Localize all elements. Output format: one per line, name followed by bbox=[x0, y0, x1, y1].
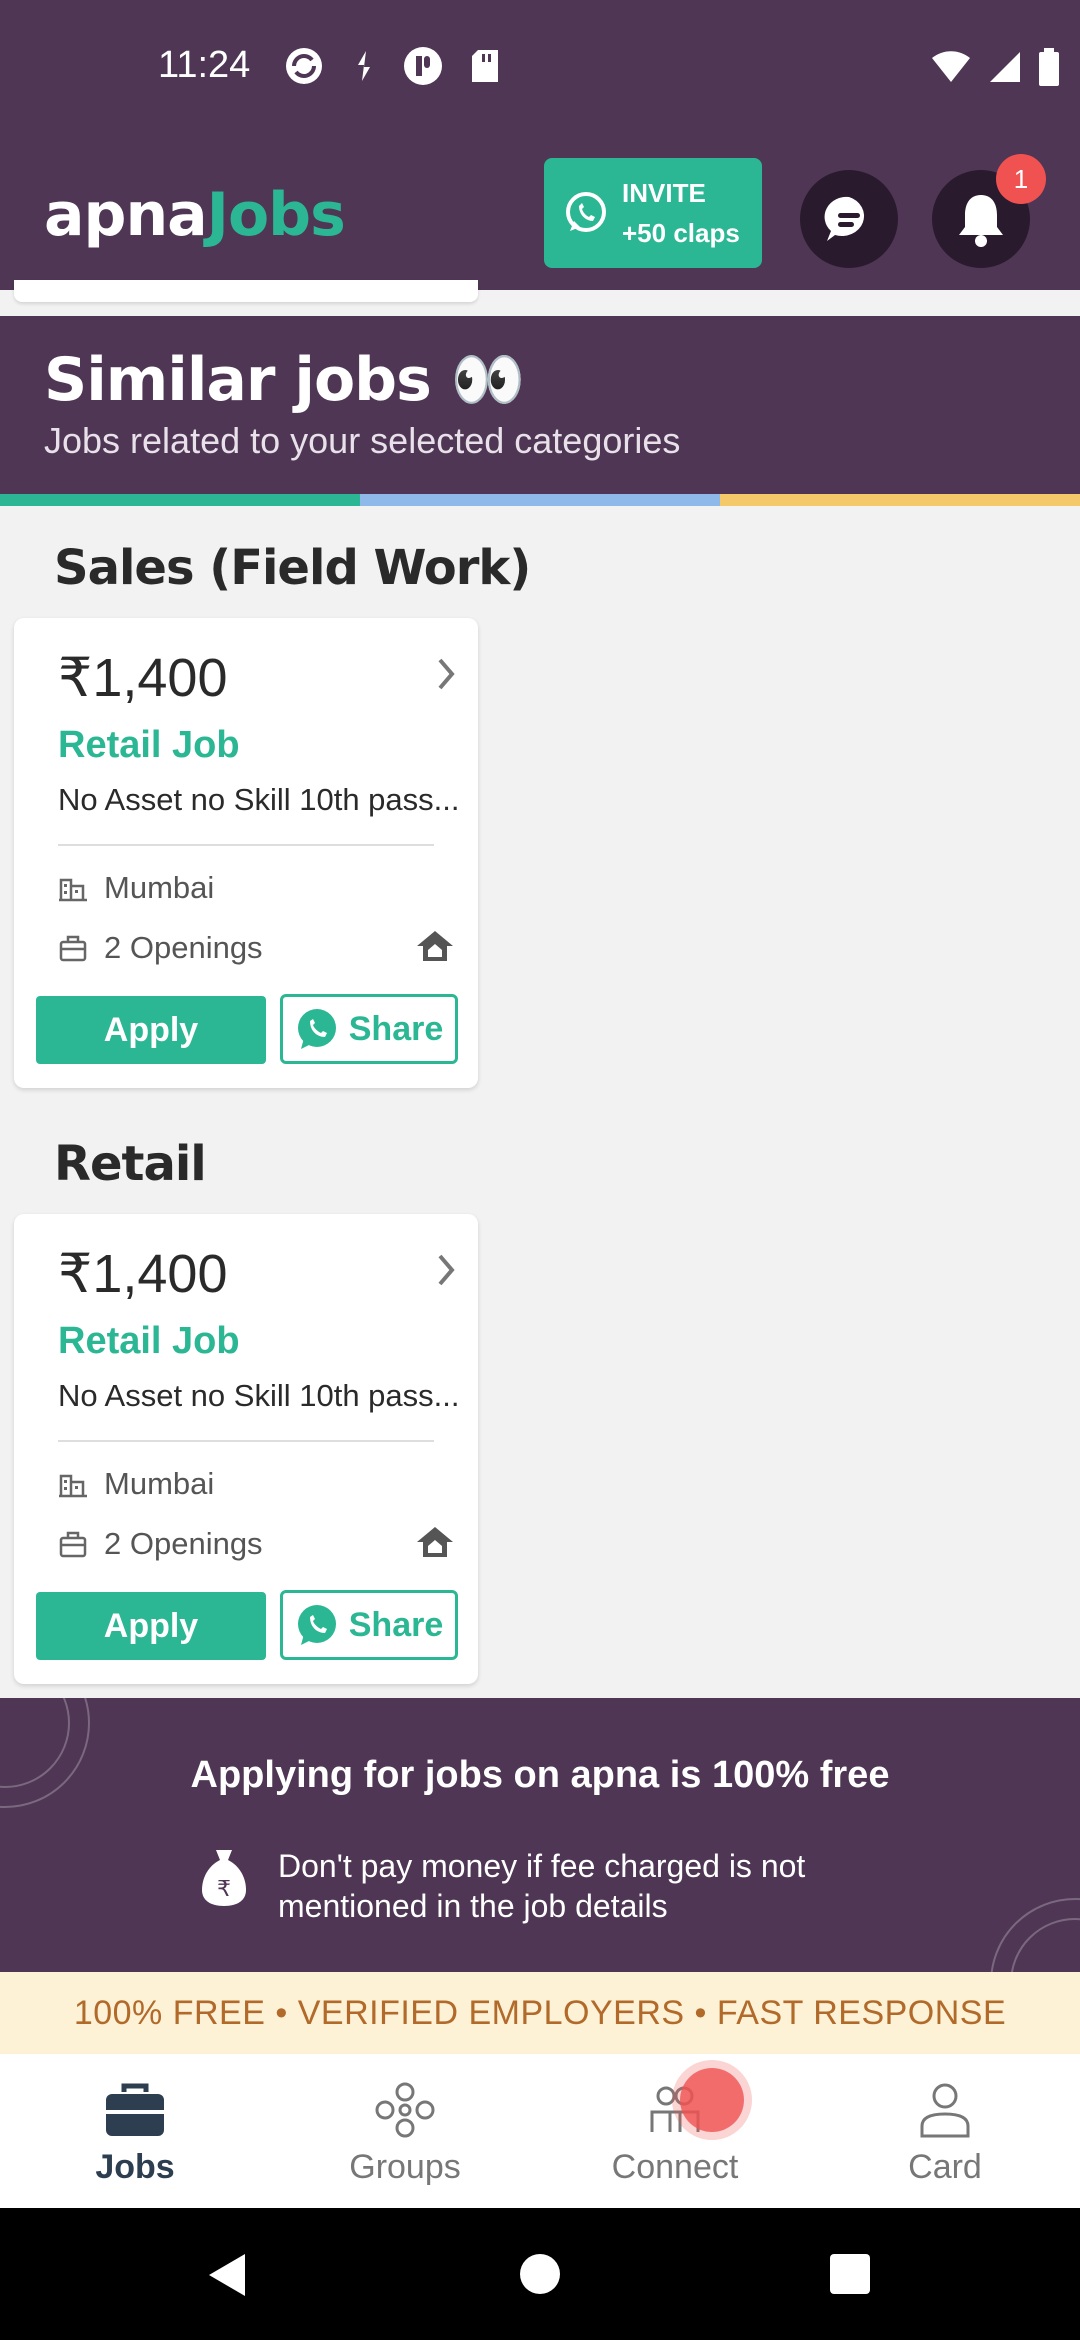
nav-label: Card bbox=[908, 2148, 982, 2186]
job-card[interactable]: ₹1,400 Retail Job No Asset no Skill 10th… bbox=[14, 1214, 478, 1684]
chat-button[interactable] bbox=[800, 170, 898, 268]
banner-subtitle: Jobs related to your selected categories bbox=[44, 420, 681, 461]
data-arrows-icon bbox=[358, 51, 370, 81]
nav-label: Jobs bbox=[95, 2148, 175, 2186]
chevron-right-icon[interactable] bbox=[434, 1252, 458, 1288]
chat-icon bbox=[824, 196, 865, 241]
share-label: Share bbox=[348, 1605, 444, 1644]
briefcase-outline-icon bbox=[59, 1531, 87, 1558]
bell-icon bbox=[959, 195, 1003, 247]
stripe-yellow bbox=[720, 494, 1080, 506]
job-card[interactable]: ₹1,400 Retail Job No Asset no Skill 10th… bbox=[14, 618, 478, 1088]
nav-label: Connect bbox=[611, 2148, 739, 2186]
job-openings: 2 Openings bbox=[58, 1526, 263, 1562]
apna-jobs-logo[interactable]: apnaJobs bbox=[44, 180, 346, 250]
touch-indicator bbox=[680, 2068, 744, 2132]
free-info-panel: Applying for jobs on apna is 100% free ₹… bbox=[0, 1698, 1080, 1972]
groups-icon bbox=[375, 2082, 435, 2138]
app-status-icon bbox=[404, 47, 442, 85]
building-icon bbox=[59, 1474, 87, 1498]
battery-icon bbox=[1039, 48, 1059, 86]
nav-card[interactable]: Card bbox=[810, 2054, 1080, 2208]
job-title[interactable]: Retail Job bbox=[58, 1320, 240, 1363]
recents-icon[interactable] bbox=[830, 2254, 870, 2294]
share-button[interactable]: Share bbox=[280, 994, 458, 1064]
sd-card-icon bbox=[472, 50, 498, 82]
job-openings: 2 Openings bbox=[58, 930, 263, 966]
job-title[interactable]: Retail Job bbox=[58, 724, 240, 767]
invite-button[interactable]: INVITE +50 claps bbox=[544, 158, 762, 268]
back-icon[interactable] bbox=[205, 2252, 249, 2298]
divider bbox=[58, 844, 434, 846]
app-header: 11:24 apnaJobs INVITE +50 claps 1 bbox=[0, 0, 1080, 290]
info-row: ₹ Don't pay money if fee charged is not … bbox=[200, 1846, 898, 1926]
section-title: Sales (Field Work) bbox=[54, 540, 531, 596]
notification-badge: 1 bbox=[996, 154, 1046, 204]
nav-jobs[interactable]: Jobs bbox=[0, 2054, 270, 2208]
work-from-home-icon bbox=[417, 1527, 453, 1557]
chevron-right-icon[interactable] bbox=[434, 656, 458, 692]
status-time: 11:24 bbox=[158, 44, 251, 86]
home-icon[interactable] bbox=[520, 2254, 560, 2294]
section-title: Retail bbox=[54, 1136, 207, 1192]
money-bag-icon: ₹ bbox=[202, 1850, 246, 1906]
nav-groups[interactable]: Groups bbox=[270, 2054, 540, 2208]
job-description: No Asset no Skill 10th pass... bbox=[58, 1378, 460, 1413]
stripe-green bbox=[0, 494, 360, 506]
stripe-blue bbox=[360, 494, 720, 506]
partial-job-card bbox=[14, 280, 478, 302]
svg-text:₹: ₹ bbox=[217, 1877, 231, 1902]
job-location-text: Mumbai bbox=[104, 1466, 215, 1501]
job-salary: ₹1,400 bbox=[58, 1244, 228, 1304]
wifi-icon bbox=[932, 51, 970, 82]
job-location: Mumbai bbox=[58, 1466, 214, 1502]
logo-jobs: Jobs bbox=[206, 180, 346, 250]
logo-apna: apna bbox=[44, 180, 208, 250]
system-nav-bar bbox=[0, 2208, 1080, 2340]
nav-connect[interactable]: Connect bbox=[540, 2054, 810, 2208]
job-openings-text: 2 Openings bbox=[104, 930, 263, 965]
signal-icon bbox=[990, 52, 1020, 82]
invite-claps: +50 claps bbox=[622, 218, 740, 248]
nav-label: Groups bbox=[349, 2148, 461, 2186]
whatsapp-icon bbox=[297, 1009, 336, 1049]
status-icons-right bbox=[930, 48, 1060, 86]
divider bbox=[58, 1440, 434, 1442]
job-salary: ₹1,400 bbox=[58, 648, 228, 708]
similar-jobs-banner: Similar jobs 👀 Jobs related to your sele… bbox=[0, 316, 1080, 494]
apply-button[interactable]: Apply bbox=[36, 1592, 266, 1660]
briefcase-outline-icon bbox=[59, 935, 87, 962]
job-openings-text: 2 Openings bbox=[104, 1526, 263, 1561]
whatsapp-icon bbox=[297, 1605, 336, 1645]
free-verified-strip: 100% FREE • VERIFIED EMPLOYERS • FAST RE… bbox=[0, 1972, 1080, 2054]
briefcase-icon bbox=[106, 2083, 164, 2136]
invite-label: INVITE bbox=[622, 178, 706, 208]
job-description: No Asset no Skill 10th pass... bbox=[58, 782, 460, 817]
work-from-home-icon bbox=[417, 931, 453, 961]
sync-icon bbox=[286, 48, 322, 84]
bottom-nav: Jobs Groups Connect Card bbox=[0, 2054, 1080, 2208]
building-icon bbox=[59, 878, 87, 902]
share-label: Share bbox=[348, 1009, 444, 1048]
share-button[interactable]: Share bbox=[280, 1590, 458, 1660]
banner-title: Similar jobs 👀 bbox=[44, 345, 525, 415]
status-icons-left bbox=[282, 44, 500, 88]
person-icon bbox=[920, 2083, 970, 2138]
info-title: Applying for jobs on apna is 100% free bbox=[190, 1754, 890, 1796]
apply-button[interactable]: Apply bbox=[36, 996, 266, 1064]
whatsapp-icon bbox=[566, 192, 606, 232]
info-text: Don't pay money if fee charged is not me… bbox=[278, 1848, 806, 1924]
job-location-text: Mumbai bbox=[104, 870, 215, 905]
job-location: Mumbai bbox=[58, 870, 214, 906]
